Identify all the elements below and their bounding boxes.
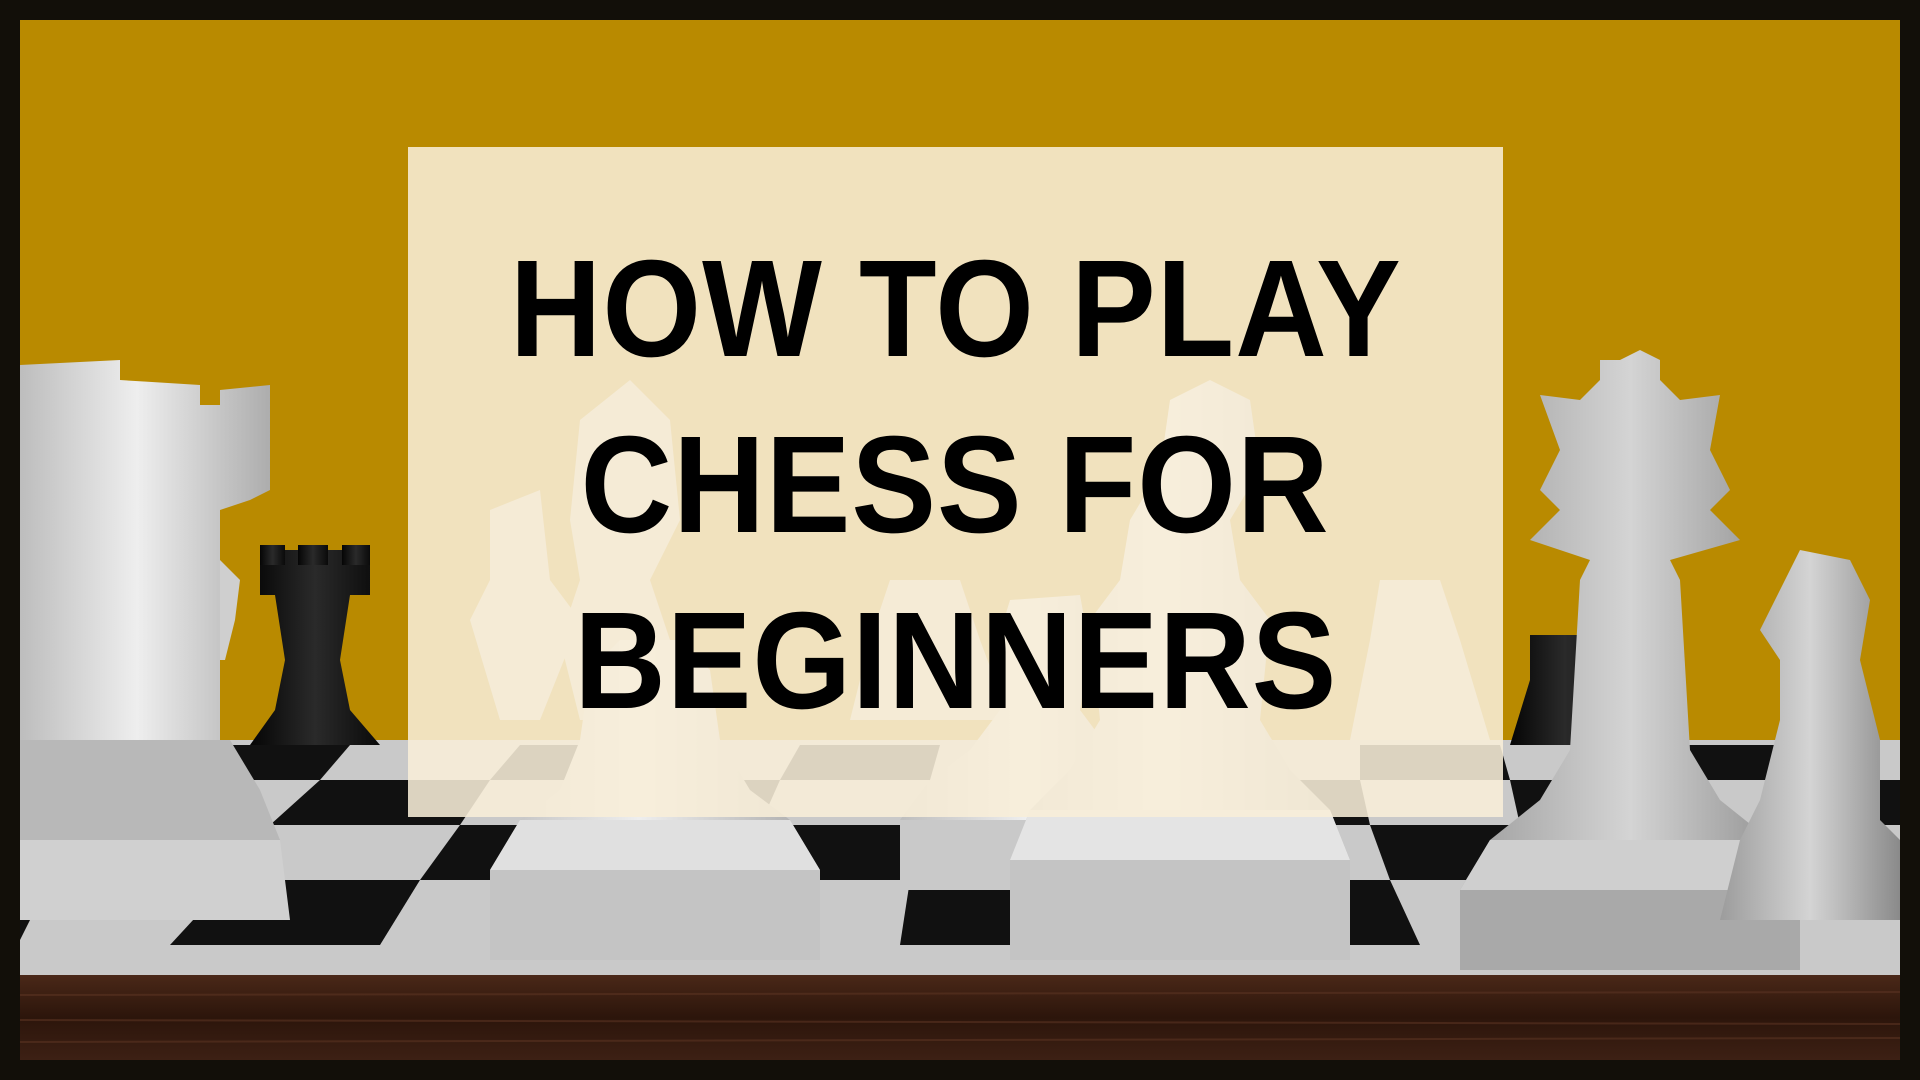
chess-scene: HOW TO PLAY CHESS FOR BEGINNERS [20,20,1900,1060]
white-rook-left [20,360,290,920]
white-knight-left [220,560,240,660]
title-line-1: HOW TO PLAY [509,232,1402,386]
black-rook-left [250,545,380,745]
title-line-3: BEGINNERS [573,584,1338,738]
table-edge [20,975,1900,1060]
title-text-block: HOW TO PLAY CHESS FOR BEGINNERS [408,147,1503,817]
title-card: HOW TO PLAY CHESS FOR BEGINNERS [408,147,1503,817]
title-line-2: CHESS FOR [581,408,1330,562]
thumbnail-frame: HOW TO PLAY CHESS FOR BEGINNERS [0,0,1920,1080]
white-knight-right [1720,550,1900,920]
